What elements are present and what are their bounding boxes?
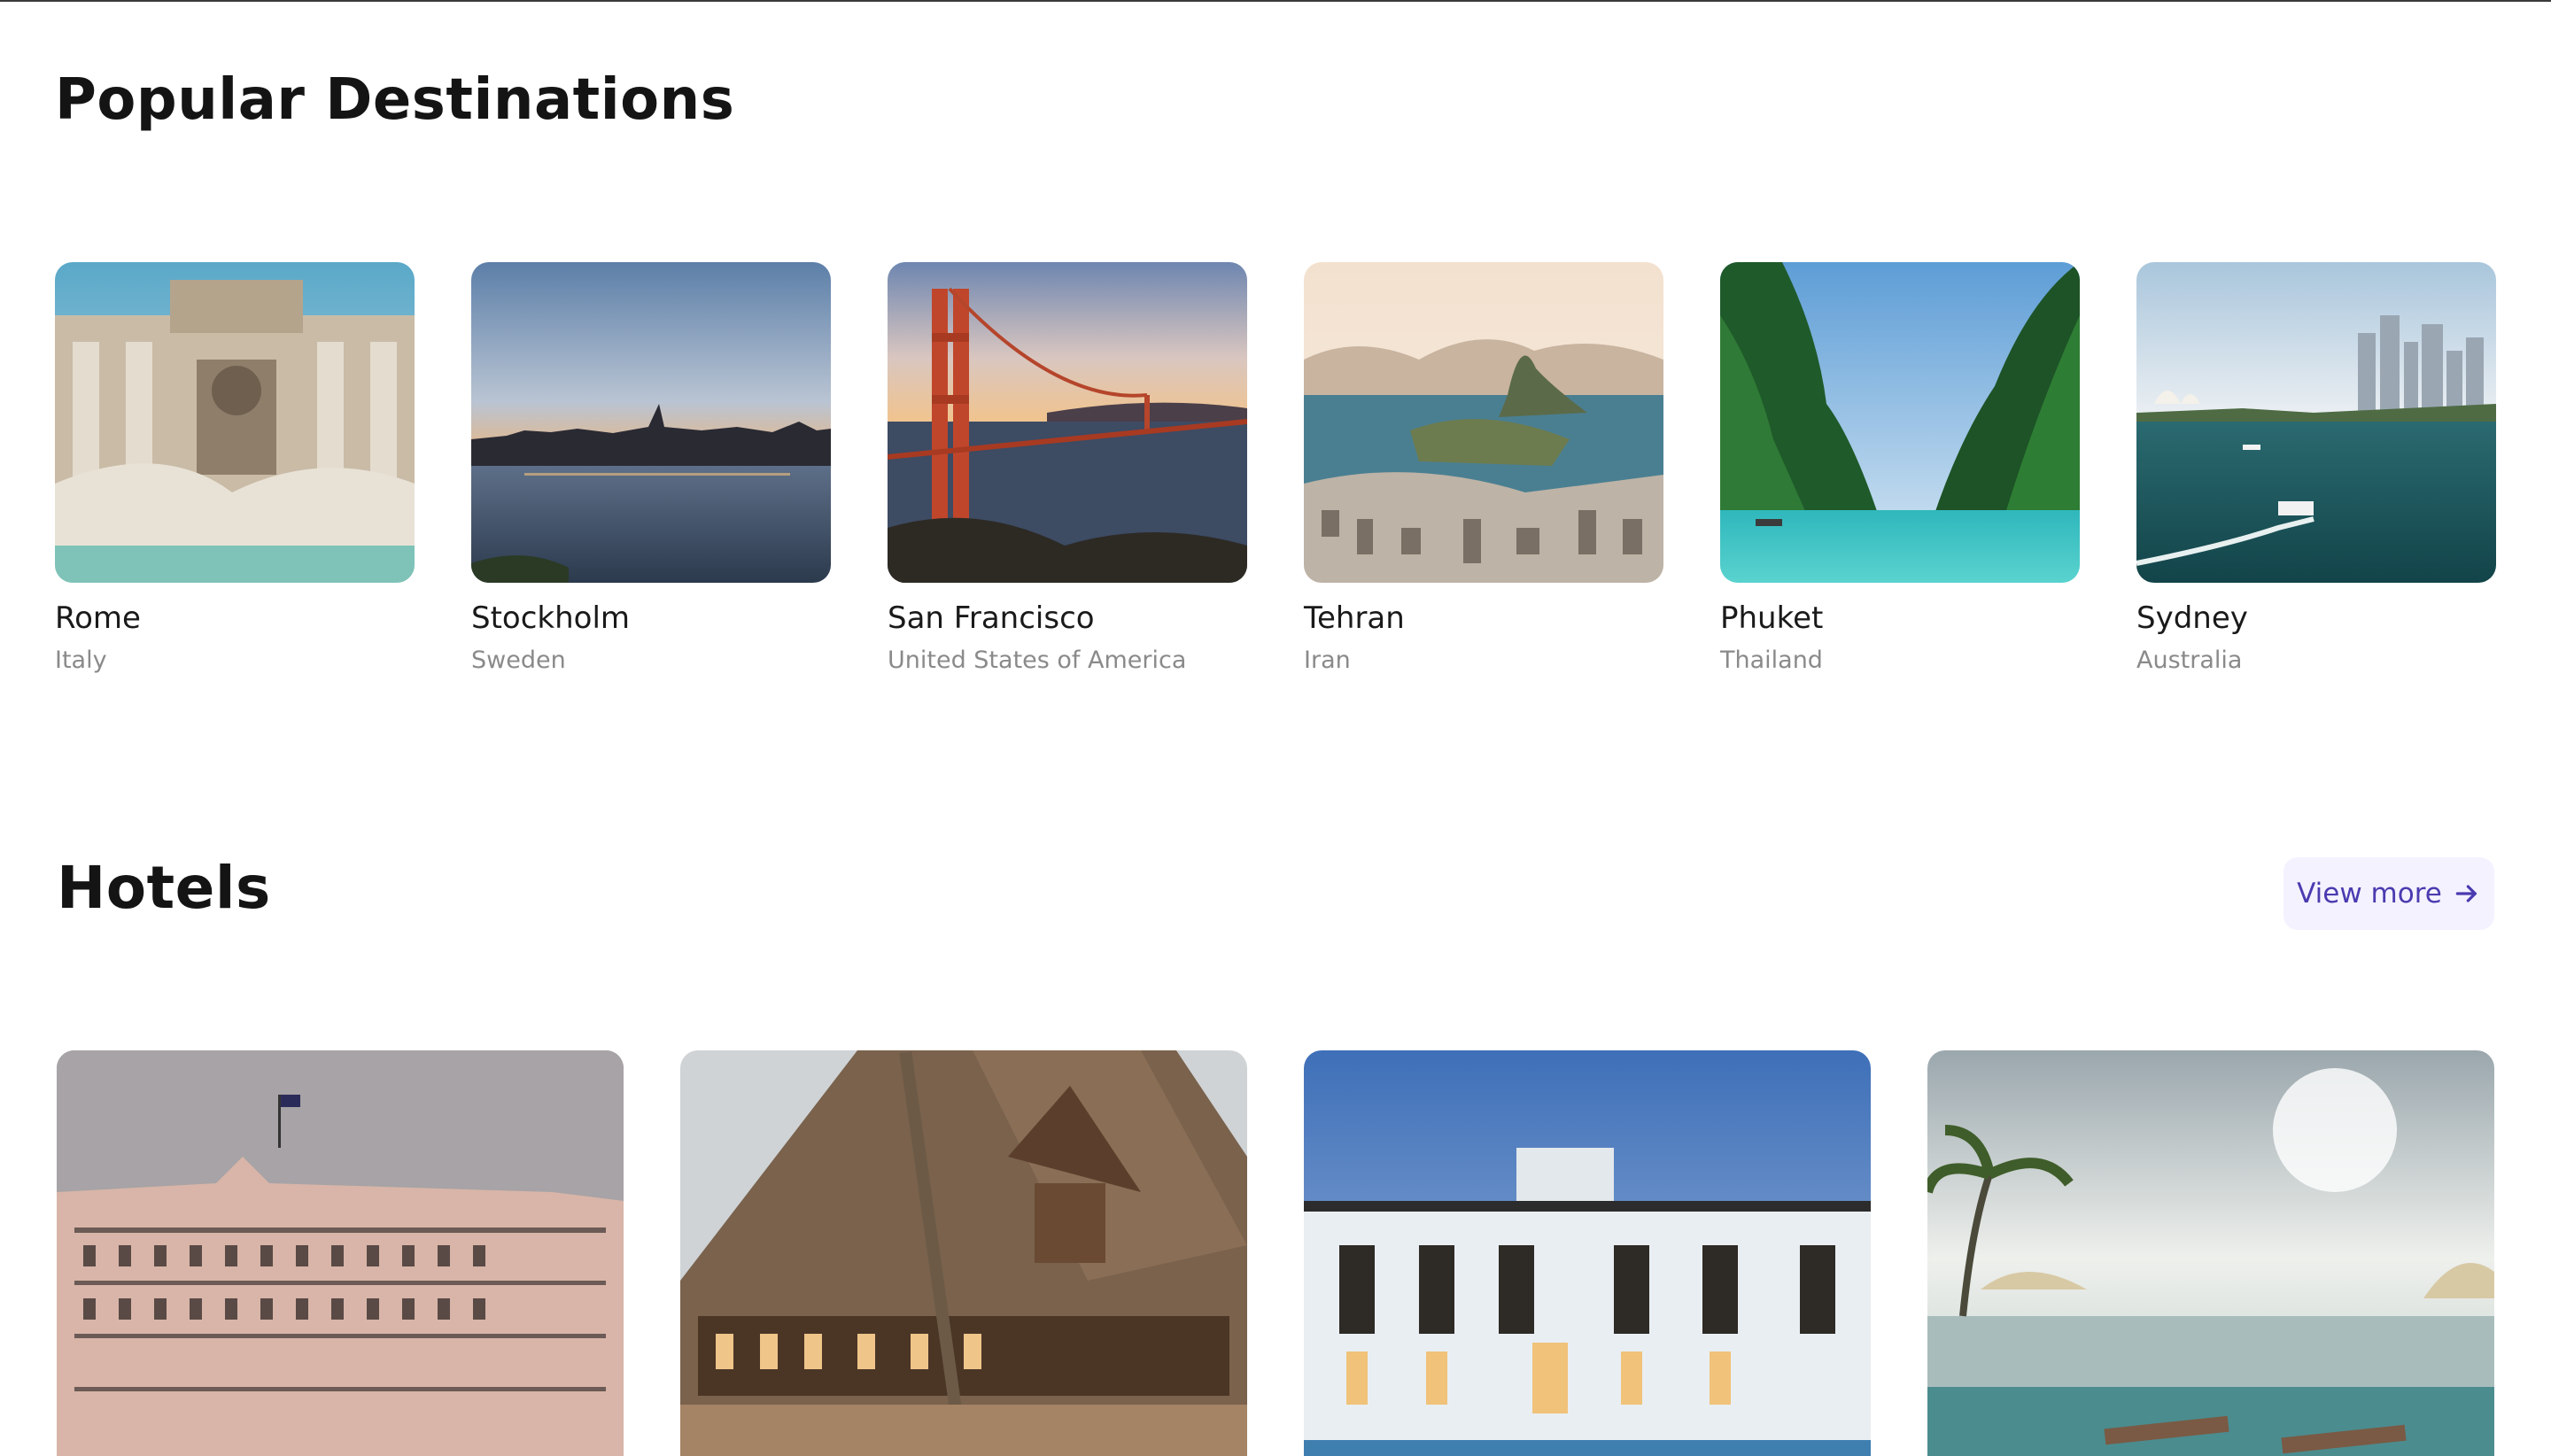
destination-country: Sweden (471, 647, 566, 674)
hotels-grid (57, 1050, 2494, 1456)
destination-card-san-francisco[interactable]: San Francisco United States of America (888, 262, 1247, 674)
destination-card-rome[interactable]: Rome Italy (55, 262, 415, 674)
destination-country: Australia (2136, 647, 2243, 674)
view-more-label: View more (2297, 878, 2442, 910)
destination-country: United States of America (888, 647, 1187, 674)
hotel-image[interactable] (57, 1050, 624, 1456)
hotel-image[interactable] (680, 1050, 1247, 1456)
destination-image[interactable] (1720, 262, 2080, 583)
destination-name: Tehran (1304, 600, 1405, 636)
destination-name: San Francisco (888, 600, 1095, 636)
arrow-right-icon (2455, 885, 2477, 902)
destination-card-phuket[interactable]: Phuket Thailand (1720, 262, 2080, 674)
hotel-card[interactable] (1304, 1050, 1871, 1456)
destination-name: Rome (55, 600, 141, 636)
popular-destinations-title: Popular Destinations (55, 67, 735, 133)
destination-name: Stockholm (471, 600, 631, 636)
destination-image[interactable] (888, 262, 1247, 583)
destination-image[interactable] (471, 262, 831, 583)
view-more-button[interactable]: View more (2283, 857, 2494, 930)
destination-image[interactable] (2136, 262, 2496, 583)
destination-image[interactable] (1304, 262, 1663, 583)
destination-country: Thailand (1720, 647, 1823, 674)
page: Popular Destinations Rome Italy Stockhol… (0, 0, 2551, 1456)
hotel-card[interactable] (57, 1050, 624, 1456)
destination-card-tehran[interactable]: Tehran Iran (1304, 262, 1663, 674)
hotels-title: Hotels (57, 854, 271, 922)
destination-image[interactable] (55, 262, 415, 583)
destinations-grid: Rome Italy Stockholm Sweden San Francisc… (55, 262, 2496, 678)
hotel-image[interactable] (1304, 1050, 1871, 1456)
hotel-card[interactable] (1927, 1050, 2494, 1456)
destination-country: Iran (1304, 647, 1351, 674)
hotel-image[interactable] (1927, 1050, 2494, 1456)
destination-name: Phuket (1720, 600, 1824, 636)
destination-card-stockholm[interactable]: Stockholm Sweden (471, 262, 831, 674)
hotel-card[interactable] (680, 1050, 1247, 1456)
destination-card-sydney[interactable]: Sydney Australia (2136, 262, 2496, 674)
destination-name: Sydney (2136, 600, 2248, 636)
destination-country: Italy (55, 647, 107, 674)
